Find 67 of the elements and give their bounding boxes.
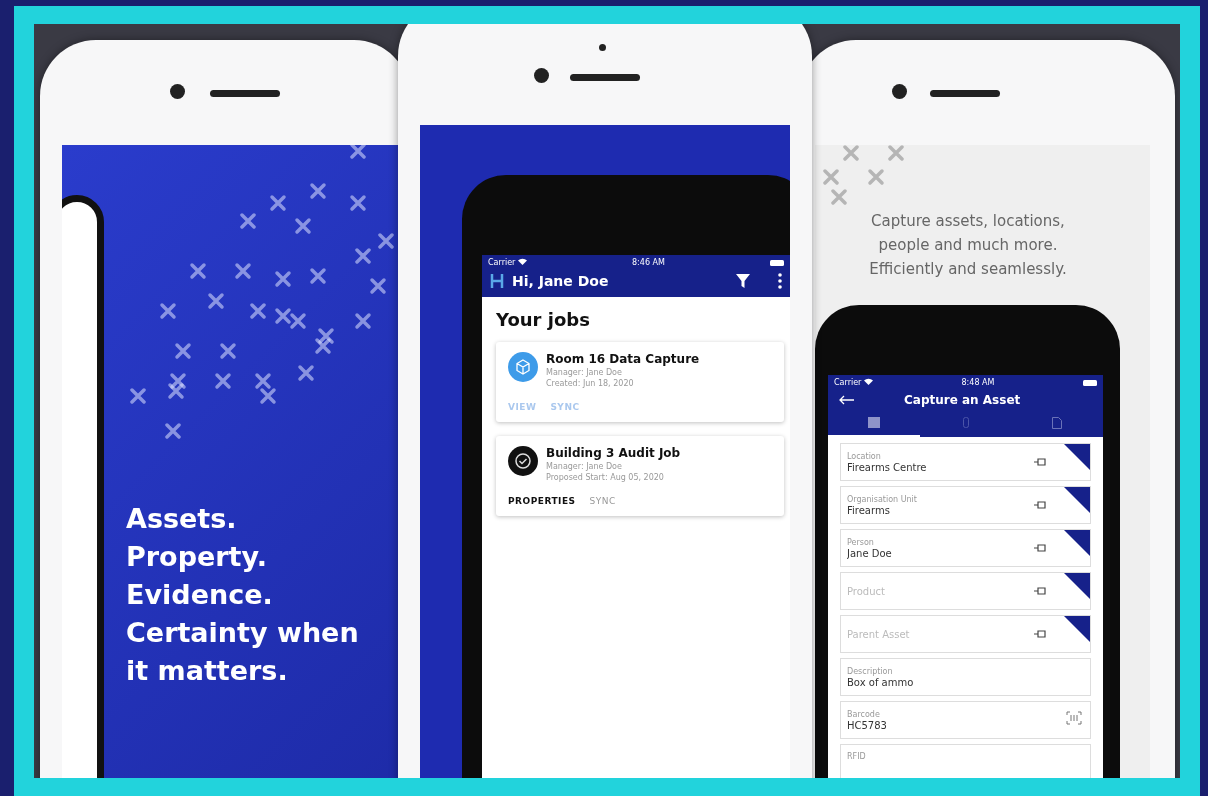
earpiece <box>570 74 640 81</box>
tagline: Assets. Property. Evidence. Certainty when it matters. <box>126 502 359 688</box>
job-date: Proposed Start: Aug 05, 2020 <box>546 473 665 482</box>
corner-triangle <box>1064 616 1090 642</box>
field-input[interactable]: Parent Asset <box>847 628 997 640</box>
status-time: 8:46 AM <box>632 258 665 267</box>
wifi-icon <box>517 258 527 265</box>
job-action-link[interactable]: PROPERTIES <box>508 496 576 506</box>
field-input[interactable]: Box of ammo <box>847 676 997 688</box>
status-time: 8:48 AM <box>961 378 995 387</box>
greeting: Hi, Jane Doe <box>512 273 610 289</box>
corner-triangle <box>1064 444 1090 470</box>
job-manager: Manager: Jane Doe <box>546 368 623 377</box>
lookup-field[interactable]: Parent Asset <box>840 615 1091 653</box>
field-input[interactable]: Firearms Centre <box>847 461 997 473</box>
wifi-icon <box>863 378 873 385</box>
field-input[interactable]: Jane Doe <box>847 547 997 559</box>
job-card[interactable]: Building 3 Audit Job Manager: Jane Doe Proposed Start: Aug 05, 2020 PROPERTIES SYNC <box>496 436 784 516</box>
field-label: Barcode <box>847 709 880 719</box>
field-label: Person <box>847 537 874 547</box>
check-icon <box>508 446 538 476</box>
front-camera <box>892 84 907 99</box>
pin-icon <box>1034 458 1046 466</box>
screen-title: Capture an Asset <box>904 393 1021 407</box>
lookup-field[interactable]: Product <box>840 572 1091 610</box>
battery-icon <box>1083 379 1097 386</box>
field-label: Location <box>847 451 881 461</box>
lookup-field[interactable]: Person Jane Doe <box>840 529 1091 567</box>
job-date: Created: Jun 18, 2020 <box>546 379 635 388</box>
battery-icon <box>770 259 784 266</box>
grid-icon <box>867 417 880 428</box>
job-title: Building 3 Audit Job <box>546 446 681 460</box>
back-arrow-icon[interactable] <box>838 395 854 405</box>
corner-triangle <box>1064 573 1090 599</box>
field-label: Description <box>847 666 893 676</box>
field-input[interactable]: HC5783 <box>847 719 997 731</box>
earpiece <box>210 90 280 97</box>
corner-triangle <box>1064 530 1090 556</box>
corner-triangle <box>1064 487 1090 513</box>
pin-icon <box>1034 544 1046 552</box>
more-icon[interactable] <box>778 273 782 289</box>
front-camera <box>534 68 549 83</box>
front-camera <box>170 84 185 99</box>
job-manager: Manager: Jane Doe <box>546 462 623 471</box>
lookup-field[interactable]: Location Firearms Centre <box>840 443 1091 481</box>
document-icon <box>1052 417 1063 429</box>
earpiece <box>930 90 1000 97</box>
pin-icon <box>1034 501 1046 509</box>
device-icon <box>962 417 969 428</box>
field-input[interactable]: Firearms <box>847 504 997 516</box>
job-title: Room 16 Data Capture <box>546 352 700 366</box>
section-title: Your jobs <box>496 309 591 330</box>
cube-icon <box>508 352 538 382</box>
barcode-field[interactable]: Barcode HC5783 <box>840 701 1091 739</box>
h-logo-icon <box>490 273 504 289</box>
filter-icon[interactable] <box>736 274 750 288</box>
text-field[interactable]: Description Box of ammo <box>840 658 1091 696</box>
carrier-label: Carrier <box>488 258 527 267</box>
field-label: RFID <box>847 752 866 761</box>
lookup-field[interactable]: Organisation Unit Firearms <box>840 486 1091 524</box>
carrier-label: Carrier <box>834 378 873 387</box>
front-camera <box>599 44 606 51</box>
field-label: Organisation Unit <box>847 494 917 504</box>
field-input[interactable]: Product <box>847 585 997 597</box>
caption: Capture assets, locations, people and much more. Efficiently and seamlessly. <box>868 211 1068 280</box>
pin-icon <box>1034 630 1046 638</box>
pin-icon <box>1034 587 1046 595</box>
